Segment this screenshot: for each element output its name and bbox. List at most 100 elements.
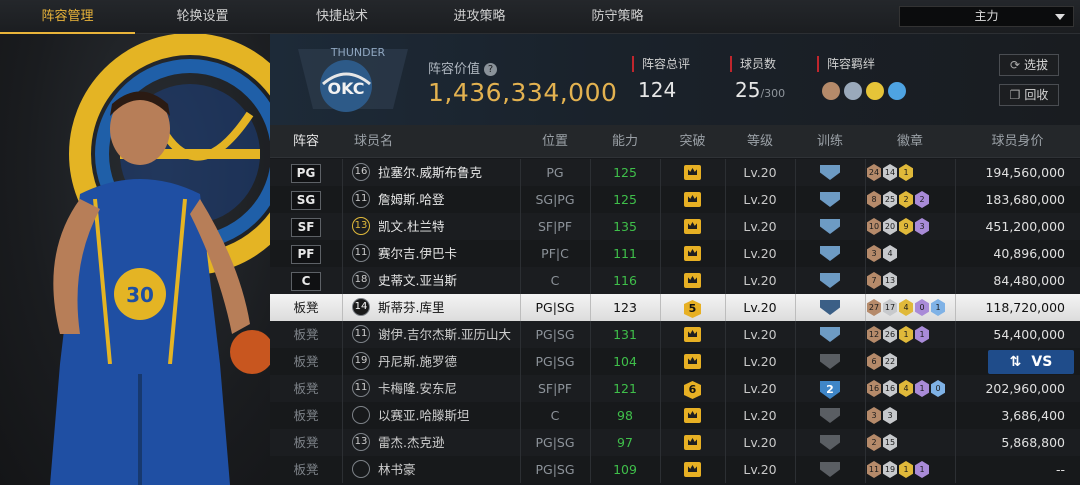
select-button[interactable]: ⟳ 选拔 xyxy=(999,54,1059,76)
badges-cell[interactable]: 2 15 xyxy=(865,429,955,456)
column-divider xyxy=(865,402,866,429)
badges-cell[interactable]: 11 19 1 1 xyxy=(865,456,955,483)
tab-defense[interactable]: 防守策略 xyxy=(550,0,685,34)
training-cell[interactable] xyxy=(795,456,865,483)
lineup-slot-label: 板凳 xyxy=(293,327,319,342)
column-divider xyxy=(660,213,661,240)
badges-cell[interactable]: 8 25 2 2 xyxy=(865,186,955,213)
player-name[interactable]: 雷杰.杰克逊 xyxy=(378,429,444,456)
team-logo: OKC THUNDER xyxy=(298,46,408,112)
badge-icon: 1 xyxy=(899,461,913,478)
player-name[interactable]: 詹姆斯.哈登 xyxy=(378,186,444,213)
table-row[interactable]: 板凳 11 谢伊.吉尔杰斯.亚历山大 PG|SG 131 Lv.20 12 26 1 1 54,40… xyxy=(270,321,1080,348)
player-name[interactable]: 拉塞尔.威斯布鲁克 xyxy=(378,159,482,186)
rating-label: 阵容总评 xyxy=(632,56,690,72)
badges-cell[interactable]: 33 xyxy=(865,402,955,429)
training-cell[interactable] xyxy=(795,348,865,375)
player-name[interactable]: 史蒂文.亚当斯 xyxy=(378,267,457,294)
training-icon xyxy=(820,246,840,261)
table-row[interactable]: C 18 史蒂文.亚当斯 C 116 Lv.20 7 13 84,480,000 xyxy=(270,267,1080,294)
player-name[interactable]: 林书豪 xyxy=(378,456,416,483)
breakthrough-cell xyxy=(660,186,725,213)
table-row[interactable]: 板凳 13 雷杰.杰克逊 PG|SG 97 Lv.20 2 15 5,868,800 xyxy=(270,429,1080,456)
crown-icon xyxy=(684,327,701,342)
col-position[interactable]: 位置 xyxy=(520,125,590,158)
tab-quick-tactics[interactable]: 快捷战术 xyxy=(272,0,412,34)
col-player-value[interactable]: 球员身价 xyxy=(955,125,1080,158)
table-row[interactable]: 板凳 林书豪 PG|SG 109 Lv.20 11 19 1 1 -- xyxy=(270,456,1080,483)
recycle-button[interactable]: ❐ 回收 xyxy=(999,84,1059,106)
mode-dropdown[interactable]: 主力 xyxy=(899,6,1074,27)
jersey-number-icon: 11 xyxy=(352,244,370,262)
col-lineup[interactable]: 阵容 xyxy=(270,125,342,158)
table-row[interactable]: SF 13 凯文.杜兰特 SF|PF 135 Lv.20 10 20 9 3 451,200,000 xyxy=(270,213,1080,240)
copy-icon: ❐ xyxy=(1009,88,1021,102)
column-divider xyxy=(520,456,521,483)
table-row[interactable]: PF 11 赛尔吉.伊巴卡 PF|C 111 Lv.20 3 4 40,896,000 xyxy=(270,240,1080,267)
training-cell[interactable] xyxy=(795,267,865,294)
training-cell[interactable] xyxy=(795,159,865,186)
badges-cell[interactable]: 27 17 4 0 1 xyxy=(865,294,955,321)
tab-lineup[interactable]: 阵容管理 xyxy=(0,0,135,34)
svg-text:30: 30 xyxy=(126,283,154,307)
col-power[interactable]: 能力 xyxy=(590,125,660,158)
col-name[interactable]: 球员名 xyxy=(354,125,434,158)
training-cell[interactable]: 2 xyxy=(795,375,865,402)
column-divider xyxy=(660,267,661,294)
table-row[interactable]: PG 16 拉塞尔.威斯布鲁克 PG 125 Lv.20 24 14 1 194,560,000 xyxy=(270,159,1080,186)
col-training[interactable]: 训练 xyxy=(795,125,865,158)
player-name[interactable]: 凯文.杜兰特 xyxy=(378,213,444,240)
table-row[interactable]: 板凳 11 卡梅隆.安东尼 SF|PF 121 6 Lv.20 2 16 16 4 1 0 202,960… xyxy=(270,375,1080,402)
table-row[interactable]: 板凳19丹尼斯.施罗德PG|SG104Lv.206222 xyxy=(270,348,1080,375)
training-cell[interactable] xyxy=(795,294,865,321)
training-cell[interactable] xyxy=(795,321,865,348)
column-divider xyxy=(725,402,726,429)
badge-icon: 4 xyxy=(883,245,897,262)
badges-cell[interactable]: 10 20 9 3 xyxy=(865,213,955,240)
column-divider xyxy=(342,456,343,483)
help-icon[interactable]: ? xyxy=(484,63,498,76)
training-cell[interactable] xyxy=(795,240,865,267)
badge-icon: 4 xyxy=(899,380,913,397)
player-name[interactable]: 丹尼斯.施罗德 xyxy=(378,348,457,375)
tab-rotation[interactable]: 轮换设置 xyxy=(135,0,270,34)
player-name[interactable]: 赛尔吉.伊巴卡 xyxy=(378,240,457,267)
player-name[interactable]: 谢伊.吉尔杰斯.亚历山大 xyxy=(378,321,511,348)
badges-cell[interactable]: 34 xyxy=(865,240,955,267)
badges-cell[interactable]: 12 26 1 1 xyxy=(865,321,955,348)
training-cell[interactable] xyxy=(795,429,865,456)
column-divider xyxy=(955,321,956,348)
player-name[interactable]: 卡梅隆.安东尼 xyxy=(378,375,457,402)
player-name[interactable]: 以赛亚.哈滕斯坦 xyxy=(378,402,469,429)
training-cell[interactable] xyxy=(795,402,865,429)
bond-icons[interactable] xyxy=(822,80,912,102)
badges-cell[interactable]: 6 22 xyxy=(865,348,955,375)
training-icon xyxy=(820,435,840,450)
badges-cell[interactable]: 24 14 1 xyxy=(865,159,955,186)
breakthrough-cell: 5 xyxy=(660,294,725,321)
badges-cell[interactable]: 7 13 xyxy=(865,267,955,294)
table-row[interactable]: 板凳 以赛亚.哈滕斯坦 C 98 Lv.20 3 3 3,686,400 xyxy=(270,402,1080,429)
breakthrough-cell xyxy=(660,267,725,294)
compare-vs-button[interactable]: ⇅ VS xyxy=(988,350,1074,374)
col-level[interactable]: 等级 xyxy=(725,125,795,158)
breakthrough-cell xyxy=(660,402,725,429)
badges-cell[interactable]: 16 16 4 1 0 xyxy=(865,375,955,402)
player-value: -- xyxy=(1055,462,1065,477)
player-name[interactable]: 斯蒂芬.库里 xyxy=(378,294,444,321)
table-row[interactable]: SG 11 詹姆斯.哈登 SG|PG 125 Lv.20 8 25 2 2 183,680,000 xyxy=(270,186,1080,213)
lineup-slot: PG xyxy=(270,159,342,186)
tab-offense[interactable]: 进攻策略 xyxy=(412,0,547,34)
training-cell[interactable] xyxy=(795,213,865,240)
breakthrough-cell xyxy=(660,456,725,483)
jersey-number-icon: 13 xyxy=(352,433,370,451)
col-breakthrough[interactable]: 突破 xyxy=(660,125,725,158)
column-divider xyxy=(725,267,726,294)
training-cell[interactable] xyxy=(795,186,865,213)
table-row[interactable]: 板凳 14 斯蒂芬.库里 PG|SG 123 5 Lv.20 27 17 4 0 1 118,720,0… xyxy=(270,294,1080,321)
badge-icon: 1 xyxy=(915,461,929,478)
col-badges[interactable]: 徽章 xyxy=(865,125,955,158)
badge-icon: 0 xyxy=(915,299,929,316)
lineup-slot: 板凳 xyxy=(270,402,342,429)
lineup-slot-label: 板凳 xyxy=(293,408,319,423)
